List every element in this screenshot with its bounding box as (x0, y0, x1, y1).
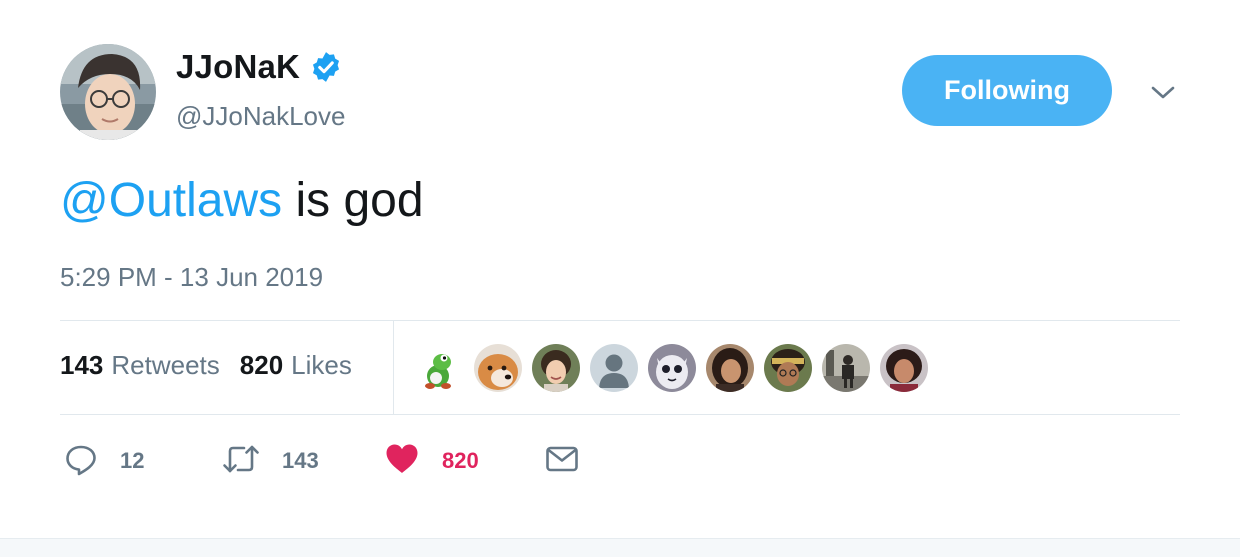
author-handle[interactable]: @JJoNakLove (176, 101, 345, 132)
default-user-avatar[interactable] (590, 344, 638, 392)
yoshi-avatar[interactable] (416, 344, 464, 392)
likes-count: 820 (239, 350, 284, 380)
woman-smiling-avatar[interactable] (532, 344, 580, 392)
author-name[interactable]: JJoNaK (176, 48, 300, 86)
shiba-dog-avatar[interactable] (474, 344, 522, 392)
like-button[interactable]: 820 (384, 442, 479, 480)
timeline-background (0, 538, 1240, 557)
author-name-row: JJoNaK (176, 48, 343, 86)
stats-separator (393, 321, 394, 414)
cartoon-owl-avatar[interactable] (648, 344, 696, 392)
reply-icon (64, 442, 98, 481)
retweets-stat[interactable]: 143 Retweets (60, 350, 220, 381)
tweet-stats: 143 Retweets 820 Likes (60, 350, 352, 381)
chevron-down-icon[interactable] (1149, 83, 1177, 103)
woman-dark-hair-avatar[interactable] (706, 344, 754, 392)
tweet-card: JJoNaK @JJoNakLove Following @Outlaws is… (0, 0, 1240, 540)
reply-count: 12 (120, 448, 145, 473)
author-avatar[interactable] (60, 44, 156, 140)
likes-label: Likes (291, 350, 352, 380)
likes-stat[interactable]: 820 Likes (240, 350, 352, 381)
divider (60, 320, 1180, 321)
tweet-timestamp[interactable]: 5:29 PM - 13 Jun 2019 (60, 262, 323, 293)
liked-by-avatars (416, 344, 938, 392)
direct-message-button[interactable] (544, 442, 580, 480)
like-count: 820 (442, 448, 479, 473)
woman-curly-hair-avatar[interactable] (880, 344, 928, 392)
verified-badge-icon (309, 50, 343, 84)
mention-link[interactable]: @Outlaws (60, 174, 282, 227)
retweet-button[interactable]: 143 (222, 442, 319, 480)
tweet-text-body: is god (282, 174, 424, 227)
tweet-text: @Outlaws is god (60, 170, 424, 232)
retweet-count: 143 (282, 448, 319, 473)
person-street-avatar[interactable] (822, 344, 870, 392)
retweets-count: 143 (60, 350, 104, 380)
mail-icon (544, 442, 580, 481)
divider (60, 414, 1180, 415)
reply-button[interactable]: 12 (64, 442, 144, 480)
following-button[interactable]: Following (902, 55, 1112, 126)
heart-icon (384, 442, 420, 481)
retweet-icon (222, 442, 260, 481)
retweets-label: Retweets (111, 350, 220, 380)
woman-headband-avatar[interactable] (764, 344, 812, 392)
